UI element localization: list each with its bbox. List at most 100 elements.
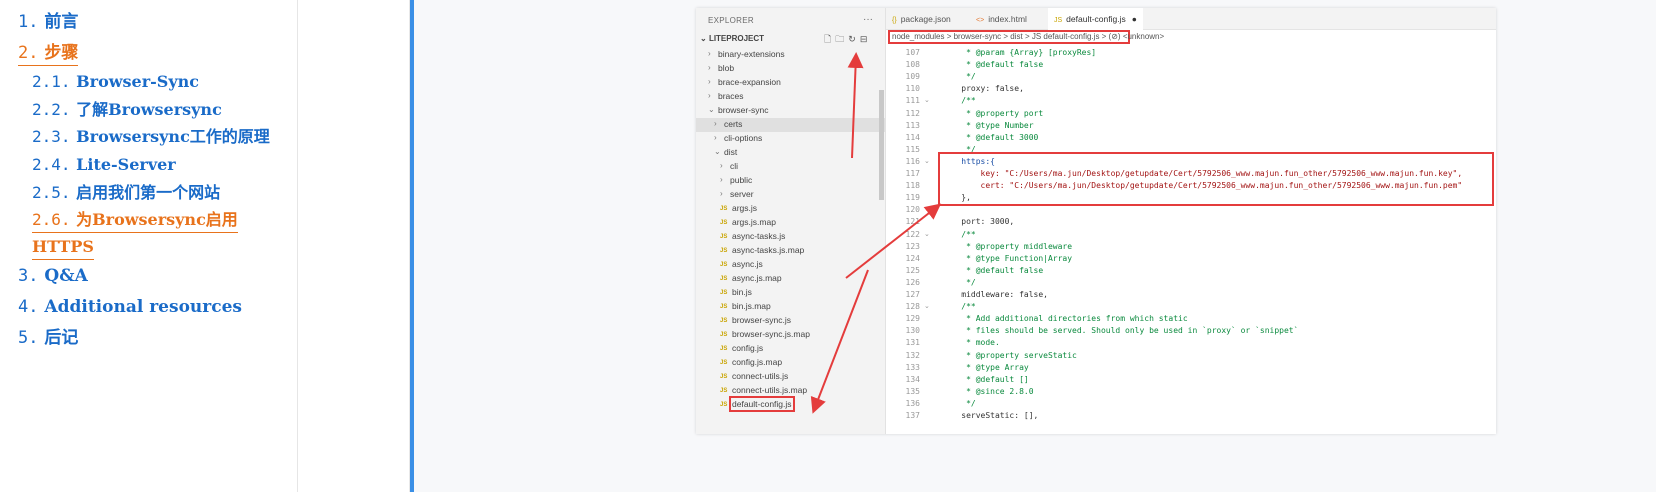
tree-item[interactable]: JS config.js.map xyxy=(696,356,885,370)
file-type-icon: JS xyxy=(1054,17,1063,24)
line-number: 110 xyxy=(905,84,920,94)
tree-item[interactable]: JS args.js.map xyxy=(696,216,885,230)
toc-item-number: 5. xyxy=(18,328,39,348)
code-line: * @property serveStatic xyxy=(942,350,1077,360)
line-number: 126 xyxy=(905,277,920,287)
tree-item[interactable]: JS async-tasks.js xyxy=(696,230,885,244)
tree-item[interactable]: › binary-extensions xyxy=(696,48,885,62)
chevron-right-icon: › xyxy=(708,49,711,58)
tree-item[interactable]: › server xyxy=(696,188,885,202)
line-number: 136 xyxy=(905,398,920,408)
tree-item-label: cli xyxy=(730,160,739,171)
tree-item[interactable]: JS async-tasks.js.map xyxy=(696,244,885,258)
editor-tab[interactable]: JS default-config.js ● xyxy=(1048,8,1143,30)
editor-tab[interactable]: <> index.html xyxy=(970,8,1033,30)
new-file-icon[interactable]: 🗋 xyxy=(824,34,835,44)
tree-item[interactable]: › cli-options xyxy=(696,132,885,146)
js-file-icon: JS xyxy=(720,346,728,352)
tree-item[interactable]: › public xyxy=(696,174,885,188)
chevron-right-icon: › xyxy=(708,91,711,100)
line-number: 107 xyxy=(905,48,920,57)
tree-item-label: connect-utils.js.map xyxy=(732,384,808,395)
tree-item[interactable]: JS config.js xyxy=(696,342,885,356)
editor-tab[interactable]: {} package.json xyxy=(886,8,957,30)
tree-item-label: async.js xyxy=(732,258,763,269)
toc-item-label: 前言 xyxy=(44,12,79,32)
line-number: 123 xyxy=(905,241,920,251)
toc-item[interactable]: 2.4. Lite-Server xyxy=(32,153,176,177)
tree-item-label: server xyxy=(730,188,754,199)
tree-item[interactable]: JS async.js xyxy=(696,258,885,272)
line-number: 131 xyxy=(905,338,920,348)
https-config-highlight-box xyxy=(938,152,1494,206)
tree-item[interactable]: JS browser-sync.js.map xyxy=(696,328,885,342)
code-line: */ xyxy=(942,398,976,408)
line-number: 117 xyxy=(905,169,920,178)
fold-chevron-icon[interactable]: ⌄ xyxy=(924,96,930,104)
new-folder-icon[interactable]: 🗀 xyxy=(835,34,848,44)
code-editor[interactable]: 107 * @param {Array} [proxyRes] 108 * @de… xyxy=(886,44,1496,434)
editor-tabs: {} package.json <> index.html JS default-conf… xyxy=(886,8,1496,30)
toc-item[interactable]: 2.6. 为Browsersync启用 xyxy=(32,208,238,233)
toc-item[interactable]: 1. 前言 xyxy=(18,10,78,34)
fold-chevron-icon[interactable]: ⌄ xyxy=(924,230,930,238)
tree-item[interactable]: › certs xyxy=(696,118,885,132)
toc-item[interactable]: 4. Additional resources xyxy=(18,295,242,319)
tab-label: default-config.js xyxy=(1066,14,1126,24)
fold-chevron-icon[interactable]: ⌄ xyxy=(924,302,930,310)
table-of-contents: 1. 前言 2. 步骤 2.1. Browser-Sync 2.2. 了解Browse… xyxy=(0,0,298,492)
toc-item[interactable]: 5. 后记 xyxy=(18,326,78,350)
js-file-icon: JS xyxy=(720,332,728,338)
toc-item-number: 3. xyxy=(18,266,39,286)
tree-item[interactable]: › brace-expansion xyxy=(696,76,885,90)
tree-item[interactable]: JS default-config.js xyxy=(696,395,885,412)
collapse-all-icon[interactable]: ⊟ xyxy=(860,34,872,44)
modified-dot-icon[interactable]: ● xyxy=(1132,14,1137,24)
tree-item[interactable]: › braces xyxy=(696,90,885,104)
chevron-down-icon: ⌄ xyxy=(708,105,715,114)
tree-item-label: async-tasks.js xyxy=(732,230,786,241)
toc-item[interactable]: HTTPS xyxy=(32,235,94,260)
more-icon[interactable]: ··· xyxy=(863,14,873,25)
breadcrumb-text[interactable]: node_modules > browser-sync > dist > JS … xyxy=(892,30,1164,44)
toc-item-number: 2.5. xyxy=(32,183,71,202)
tree-item[interactable]: ⌄ dist xyxy=(696,146,885,160)
tree-item[interactable]: JS connect-utils.js.map xyxy=(696,384,885,398)
toc-item[interactable]: 2.3. Browsersync工作的原理 xyxy=(32,125,270,149)
toc-item[interactable]: 2.5. 启用我们第一个网站 xyxy=(32,181,220,205)
chevron-right-icon: › xyxy=(708,77,711,86)
code-line: * @type Function|Array xyxy=(942,253,1073,263)
toc-item[interactable]: 2. 步骤 xyxy=(18,41,79,66)
line-number: 108 xyxy=(905,60,920,70)
tree-item[interactable]: JS browser-sync.js xyxy=(696,314,885,328)
tree-item[interactable]: › blob xyxy=(696,62,885,76)
tree-item[interactable]: JS args.js xyxy=(696,202,885,216)
line-number: 129 xyxy=(905,314,920,324)
toc-item[interactable]: 2.2. 了解Browsersync xyxy=(32,98,222,122)
line-number: 120 xyxy=(905,205,920,215)
tree-item[interactable]: ⌄ browser-sync xyxy=(696,104,885,118)
explorer-title: EXPLORER xyxy=(708,16,754,25)
code-line: /** xyxy=(942,96,976,106)
toc-item[interactable]: 3. Q&A xyxy=(18,264,88,288)
refresh-icon[interactable]: ↻ xyxy=(848,34,860,44)
tree-item[interactable]: JS async.js.map xyxy=(696,272,885,286)
js-file-icon: JS xyxy=(720,220,728,226)
line-number: 137 xyxy=(905,411,920,420)
tree-item[interactable]: JS bin.js.map xyxy=(696,300,885,314)
explorer-scrollbar[interactable] xyxy=(879,90,884,200)
tree-item[interactable]: › cli xyxy=(696,160,885,174)
project-root[interactable]: ⌄ LITEPROJECT xyxy=(700,34,764,43)
code-line: */ xyxy=(942,277,976,287)
file-type-icon: <> xyxy=(976,17,985,24)
tree-item[interactable]: JS bin.js xyxy=(696,286,885,300)
tree-item-label: dist xyxy=(724,146,738,157)
toc-item[interactable]: 2.1. Browser-Sync xyxy=(32,70,199,94)
tree-item[interactable]: JS connect-utils.js xyxy=(696,370,885,384)
tree-item-label: browser-sync.js.map xyxy=(732,328,810,339)
chevron-down-icon: ⌄ xyxy=(700,34,709,43)
tree-item-label: cli-options xyxy=(724,132,763,143)
line-number: 134 xyxy=(905,374,920,384)
line-number: 122 xyxy=(905,229,920,239)
fold-chevron-icon[interactable]: ⌄ xyxy=(924,157,930,165)
